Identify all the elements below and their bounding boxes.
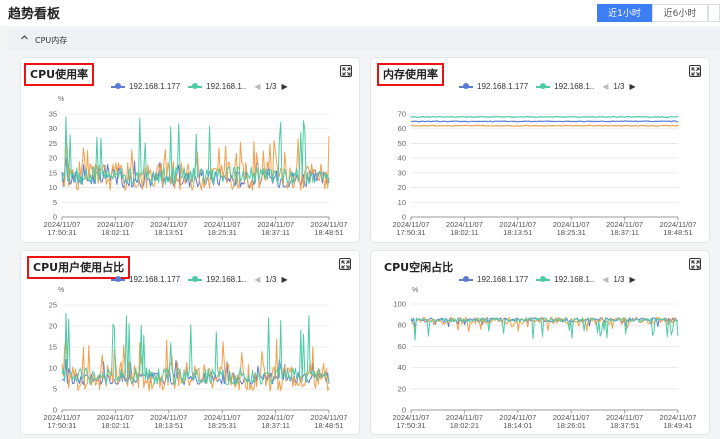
line-chart: 051015202530352024/11/0717:50:312024/11/… xyxy=(44,110,348,238)
section-label: CPU内存 xyxy=(35,36,68,45)
series-line xyxy=(61,312,330,386)
y-tick-label: 60 xyxy=(398,342,406,351)
time-range-group: 近1小时 近6小时 xyxy=(597,4,720,22)
x-tick-label: 18:25:31 xyxy=(208,421,237,430)
y-tick-label: 25 xyxy=(49,301,57,310)
x-tick-label: 18:49:41 xyxy=(663,421,692,430)
line-chart: 0204060801002024/11/0717:50:312024/11/07… xyxy=(393,300,697,431)
y-tick-label: 5 xyxy=(53,385,57,394)
y-tick-label: 30 xyxy=(398,168,406,177)
y-tick-label: 20 xyxy=(398,384,406,393)
x-tick-label: 18:13:51 xyxy=(154,421,183,430)
x-tick-label: 18:37:11 xyxy=(261,228,290,237)
chart-card-cpu-idle-ratio: CPU空闲占比 192.168.1.177 192.168.1.. ◀ 1/3 … xyxy=(370,250,710,435)
x-tick-label: 18:37:51 xyxy=(610,421,639,430)
x-tick-label: 18:02:11 xyxy=(101,228,130,237)
x-tick-label: 18:26:01 xyxy=(557,421,586,430)
chevron-up-icon[interactable] xyxy=(20,33,29,44)
y-tick-label: 40 xyxy=(398,363,406,372)
y-tick-label: 80 xyxy=(398,321,406,330)
series-line xyxy=(61,338,330,392)
y-tick-label: 60 xyxy=(398,124,406,133)
x-tick-label: 18:14:01 xyxy=(503,421,532,430)
y-tick-label: 30 xyxy=(49,124,57,133)
x-tick-label: 18:37:11 xyxy=(261,421,290,430)
x-tick-label: 18:25:31 xyxy=(557,228,586,237)
page-title: 趋势看板 xyxy=(8,7,61,22)
y-tick-label: 35 xyxy=(49,110,57,119)
range-1h-button[interactable]: 近1小时 xyxy=(597,4,652,22)
x-tick-label: 18:25:31 xyxy=(208,228,237,237)
y-tick-label: 15 xyxy=(49,343,57,352)
x-tick-label: 18:37:11 xyxy=(610,228,639,237)
x-tick-label: 18:02:11 xyxy=(450,228,479,237)
y-tick-label: 20 xyxy=(49,154,57,163)
x-tick-label: 17:50:31 xyxy=(47,228,76,237)
y-tick-label: 40 xyxy=(398,154,406,163)
chart-card-memory-usage: 内存使用率 192.168.1.177 192.168.1.. ◀ 1/3 ▶ … xyxy=(370,57,710,243)
y-tick-label: 25 xyxy=(49,139,57,148)
range-more-button[interactable] xyxy=(708,4,720,22)
y-tick-label: 20 xyxy=(398,183,406,192)
y-tick-label: 5 xyxy=(53,198,57,207)
line-chart: 05101520252024/11/0717:50:312024/11/0718… xyxy=(44,301,348,431)
range-6h-button[interactable]: 近6小时 xyxy=(652,4,708,22)
y-tick-label: 10 xyxy=(49,183,57,192)
chart-card-cpu-usage: CPU使用率 192.168.1.177 192.168.1.. ◀ 1/3 ▶… xyxy=(20,57,360,243)
line-chart: 0102030405060702024/11/0717:50:312024/11… xyxy=(393,110,697,238)
x-tick-label: 17:50:31 xyxy=(47,421,76,430)
x-tick-label: 18:13:51 xyxy=(154,228,183,237)
top-bar: 趋势看板 近1小时 近6小时 xyxy=(0,0,720,26)
y-tick-label: 100 xyxy=(393,300,406,309)
x-tick-label: 17:50:31 xyxy=(396,421,425,430)
x-tick-label: 18:02:11 xyxy=(101,421,130,430)
series-line xyxy=(61,116,330,186)
x-tick-label: 18:48:51 xyxy=(314,228,343,237)
section-header-cpu-memory[interactable]: CPU内存 xyxy=(8,30,720,50)
series-line xyxy=(410,120,679,123)
series-line xyxy=(410,115,679,119)
y-tick-label: 15 xyxy=(49,168,57,177)
x-tick-label: 18:48:51 xyxy=(663,228,692,237)
y-tick-label: 10 xyxy=(398,198,406,207)
series-line xyxy=(410,124,679,127)
chart-card-cpu-user-ratio: CPU用户使用占比 192.168.1.177 192.168.1.. ◀ 1/… xyxy=(20,250,360,435)
y-tick-label: 50 xyxy=(398,139,406,148)
x-tick-label: 18:48:51 xyxy=(314,421,343,430)
x-tick-label: 18:02:21 xyxy=(450,421,479,430)
x-tick-label: 18:13:51 xyxy=(503,228,532,237)
y-tick-label: 10 xyxy=(49,364,57,373)
y-tick-label: 20 xyxy=(49,322,57,331)
y-tick-label: 70 xyxy=(398,110,406,119)
x-tick-label: 17:50:31 xyxy=(396,228,425,237)
